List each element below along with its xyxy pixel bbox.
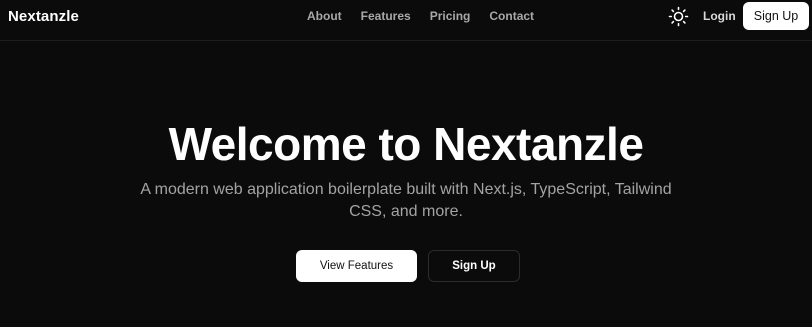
- theme-toggle-button[interactable]: [668, 6, 689, 27]
- login-link[interactable]: Login: [703, 9, 736, 23]
- nav-link-features[interactable]: Features: [361, 9, 411, 23]
- nav-link-contact[interactable]: Contact: [489, 9, 534, 23]
- nav-link-about[interactable]: About: [307, 9, 342, 23]
- signup-nav-button[interactable]: Sign Up: [743, 2, 809, 30]
- nav-link-pricing[interactable]: Pricing: [430, 9, 471, 23]
- brand-logo[interactable]: Nextanzle: [8, 8, 79, 25]
- hero-subtitle: A modern web application boilerplate bui…: [140, 181, 672, 220]
- hero-title: Welcome to Nextanzle: [168, 118, 644, 170]
- hero-signup-button[interactable]: Sign Up: [428, 250, 520, 282]
- nav-links: About Features Pricing Contact: [307, 9, 534, 23]
- navbar: Nextanzle About Features Pricing Contact…: [0, 0, 812, 41]
- sun-icon: [668, 6, 689, 27]
- view-features-button[interactable]: View Features: [296, 250, 417, 282]
